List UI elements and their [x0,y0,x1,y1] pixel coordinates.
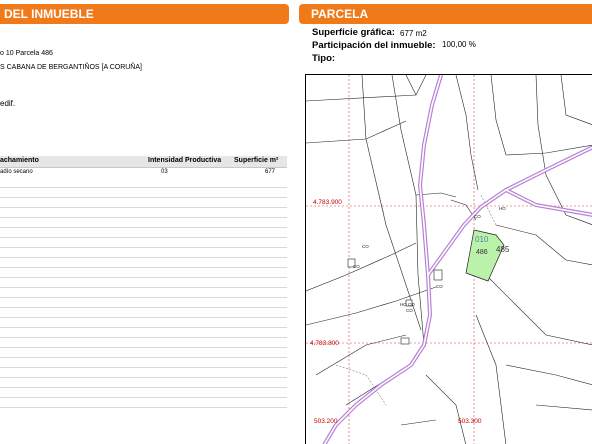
label-co: CO [353,264,360,269]
table-row [0,268,287,278]
col-intensidad: Intensidad Productiva [148,157,222,164]
municipality-line: S CABANA DE BERGANTIÑOS [A CORUÑA] [0,64,142,71]
table-row [0,258,287,268]
table-row [0,208,287,218]
table-row [0,398,287,408]
inmueble-header: DEL INMUEBLE [0,4,289,24]
table-row [0,388,287,398]
table-row [0,288,287,298]
coord-x1: 503.200 [314,418,338,425]
table-row [0,368,287,378]
roads [322,75,592,444]
table-header: achamiento Intensidad Productiva Superfi… [0,156,287,168]
tipo-label: Tipo: [312,53,336,64]
table-row [0,328,287,338]
cell-aprovechamiento: adío secano [0,169,33,175]
table-row [0,358,287,368]
edif-text: edif. [0,99,16,108]
label-co: CO [406,308,413,313]
table-row [0,228,287,238]
table-row: adío secano 03 677 [0,168,287,178]
label-co: CO [362,244,369,249]
coord-y1: 4.783.900 [313,199,342,206]
table-row [0,348,287,358]
table-row [0,378,287,388]
superficie-label: Superficie gráfica: [312,27,395,38]
table-row [0,318,287,328]
neighbor-id: 485 [496,245,510,254]
participacion-label: Participación del inmueble: [312,40,436,51]
coord-x2: 503.300 [458,418,482,425]
location-line: o 10 Parcela 486 [0,50,53,57]
empty-rows [0,178,287,408]
table-row [0,198,287,208]
table-row [0,178,287,188]
label-co: CO [474,214,481,219]
table-row [0,278,287,288]
cadastral-map[interactable]: 4.783.900 4.783.800 503.200 503.300 010 … [305,74,592,444]
label-co: CO [436,284,443,289]
table-row [0,218,287,228]
col-aprovechamiento: achamiento [0,157,39,164]
cell-superficie: 677 [265,169,276,175]
parcel-id: 486 [476,249,488,256]
col-superficie: Superficie m² [234,157,279,164]
parcel-number: 010 [475,235,489,244]
superficie-value: 677 m2 [400,29,427,38]
cultivos-table: achamiento Intensidad Productiva Superfi… [0,156,287,408]
table-row [0,238,287,248]
participacion-value: 100,00 % [442,40,476,49]
coord-y2: 4.783.800 [310,340,339,347]
table-row [0,298,287,308]
table-row [0,188,287,198]
table-row [0,338,287,348]
table-row [0,248,287,258]
label-ho-co: HO CO [400,302,415,307]
cell-intensidad: 03 [161,169,168,175]
map-drawing [306,75,592,444]
label-ho: HO [499,206,506,211]
table-row [0,308,287,318]
parcela-header: PARCELA [299,4,592,24]
road-centerlines [323,75,592,444]
